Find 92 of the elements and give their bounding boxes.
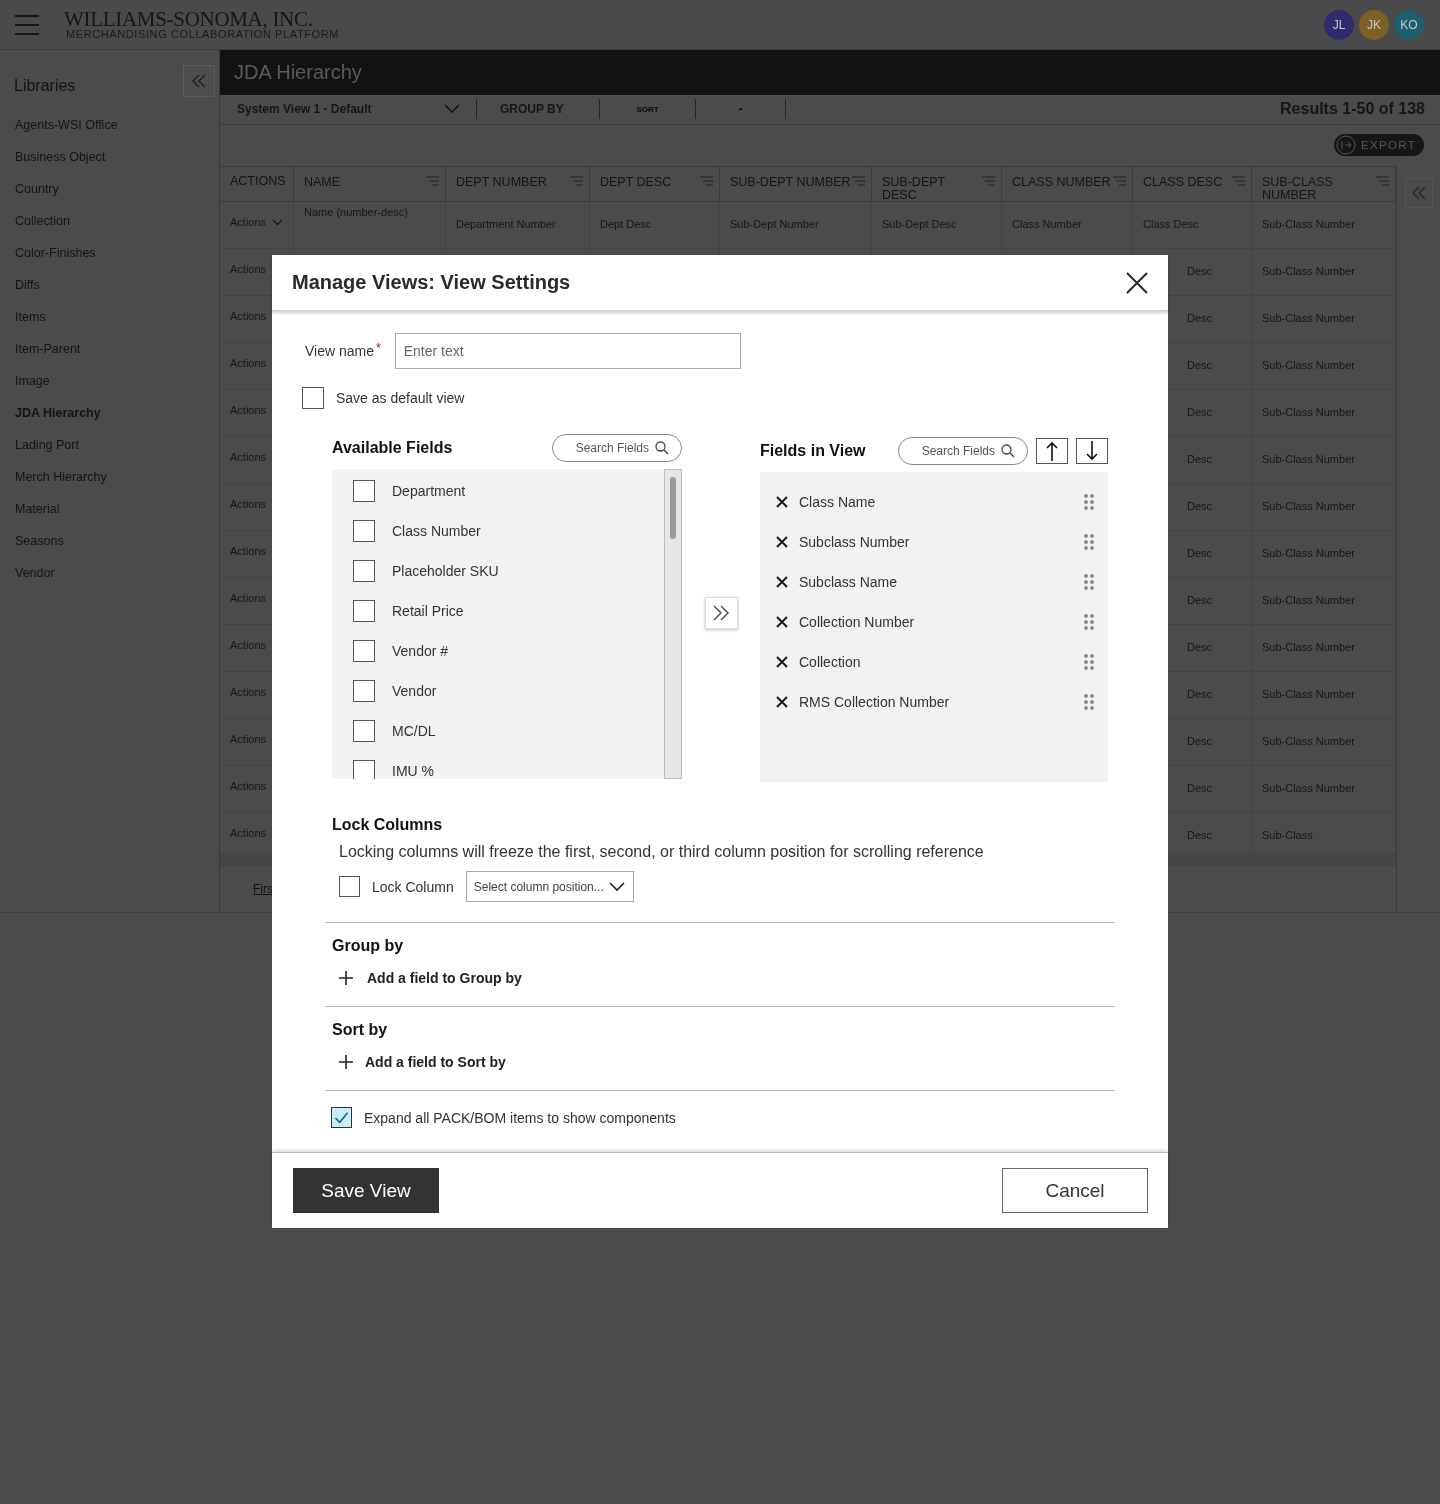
remove-icon[interactable]: [776, 695, 788, 708]
field-option: Vendor #: [392, 643, 449, 659]
add-field-button[interactable]: Add a field to Sort by: [339, 1054, 1168, 1070]
column-header[interactable]: SUB-DEPT NUMBER: [720, 167, 872, 201]
remove-icon[interactable]: [776, 575, 788, 588]
field-option: MC/DL: [392, 723, 436, 739]
sort-button[interactable]: SORT: [600, 104, 695, 114]
remove-icon[interactable]: [776, 535, 788, 548]
search-icon: [1001, 444, 1015, 458]
column-header[interactable]: SUB-CLASS NUMBER: [1252, 167, 1396, 201]
user-avatar[interactable]: JL: [1324, 9, 1354, 40]
sidebar-title: Libraries: [14, 77, 76, 95]
page-title: JDA Hierarchy: [234, 60, 362, 84]
checkbox[interactable]: [302, 387, 324, 409]
chevron-down-icon: [444, 104, 460, 115]
plus-icon: [339, 1055, 353, 1069]
field-label: View name: [305, 343, 374, 359]
checkbox[interactable]: [353, 760, 375, 779]
sidebar-item[interactable]: Collection: [15, 214, 219, 246]
chevron-down-icon: [608, 881, 625, 892]
remove-icon[interactable]: [776, 615, 788, 628]
close-icon[interactable]: [1126, 271, 1148, 294]
toolbar-label: -: [737, 102, 744, 117]
user-avatar[interactable]: KO: [1394, 9, 1424, 40]
double-chevron-right-icon: [712, 605, 730, 621]
checkbox-label: Save as default view: [336, 390, 465, 406]
field-option: Department: [392, 483, 466, 499]
drag-handle-icon[interactable]: [1084, 493, 1094, 510]
sidebar-item[interactable]: Item-Parent: [15, 342, 219, 374]
section-title: Fields in View: [760, 442, 866, 460]
checkbox[interactable]: [339, 876, 360, 897]
field-option: Retail Price: [392, 603, 464, 619]
double-chevron-left-icon: [1410, 186, 1427, 200]
drag-handle-icon[interactable]: [1084, 533, 1094, 550]
save-view-button[interactable]: Save View: [293, 1168, 439, 1213]
collapse-button[interactable]: [183, 65, 215, 97]
checkbox[interactable]: [353, 680, 375, 702]
sidebar-item[interactable]: Country: [15, 182, 219, 214]
drag-handle-icon[interactable]: [1084, 693, 1094, 710]
arrow-down-icon: [1086, 441, 1098, 461]
field-name: Subclass Name: [799, 573, 898, 590]
move-up-button[interactable]: [1036, 438, 1068, 464]
section-title: Available Fields: [332, 439, 453, 457]
search-icon: [655, 441, 669, 455]
description-text: Locking columns will freeze the first, second, or third column position for scrolling reference: [339, 843, 985, 861]
sidebar-item[interactable]: Seasons: [15, 534, 219, 566]
sidebar-item[interactable]: Lading Port: [15, 438, 219, 470]
dialog-title: Manage Views: View Settings: [292, 271, 571, 294]
field-name: Subclass Number: [799, 533, 910, 550]
sidebar-item[interactable]: Agents-WSI Office: [15, 118, 219, 150]
drag-handle-icon[interactable]: [1084, 573, 1094, 590]
field-option: Vendor: [392, 683, 437, 699]
move-right-button[interactable]: [704, 597, 738, 629]
drag-handle-icon[interactable]: [1084, 613, 1094, 630]
checkbox[interactable]: [353, 600, 375, 622]
plus-icon: [339, 971, 353, 985]
user-avatar[interactable]: JK: [1359, 9, 1389, 40]
move-down-button[interactable]: [1076, 438, 1108, 464]
chevron-down-icon: [272, 219, 283, 226]
field-name: RMS Collection Number: [799, 693, 950, 710]
checkbox[interactable]: [353, 720, 375, 742]
input-field[interactable]: Enter text: [394, 333, 741, 369]
drag-handle-icon[interactable]: [1084, 653, 1094, 670]
checkbox-label: Expand all PACK/BOM items to show components: [364, 1109, 676, 1126]
required-mark: *: [376, 341, 381, 355]
checkbox[interactable]: [353, 520, 375, 542]
remove-icon[interactable]: [776, 655, 788, 668]
cancel-button[interactable]: Cancel: [1002, 1168, 1148, 1213]
section-title: Group by: [332, 937, 405, 955]
field-option: IMU %: [392, 763, 434, 779]
add-field-button[interactable]: Add a field to Group by: [339, 970, 1168, 986]
export-button[interactable]: EXPORT: [1334, 134, 1424, 157]
column-header[interactable]: NAME: [294, 167, 446, 201]
section-title: Sort by: [332, 1021, 389, 1039]
arrow-up-icon: [1046, 441, 1058, 461]
export-icon: [1336, 135, 1357, 156]
checkbox[interactable]: [331, 1107, 352, 1128]
field-name: Collection: [799, 653, 861, 670]
checkbox[interactable]: [353, 560, 375, 582]
column-header[interactable]: SUB-DEPT DESC: [872, 167, 1002, 201]
checkbox-label: Lock Column: [372, 878, 454, 895]
remove-icon[interactable]: [776, 495, 788, 508]
field-name: Class Name: [799, 493, 876, 510]
field-option: Class Number: [392, 523, 481, 539]
checkbox[interactable]: [353, 480, 375, 502]
scrollbar[interactable]: [664, 469, 682, 779]
field-name: Collection Number: [799, 613, 915, 630]
field-option: Placeholder SKU: [392, 563, 499, 579]
section-title: Lock Columns: [332, 816, 444, 834]
double-chevron-left-icon: [191, 74, 207, 88]
column-position-select[interactable]: Select column position...: [465, 871, 634, 902]
checkbox[interactable]: [353, 640, 375, 662]
